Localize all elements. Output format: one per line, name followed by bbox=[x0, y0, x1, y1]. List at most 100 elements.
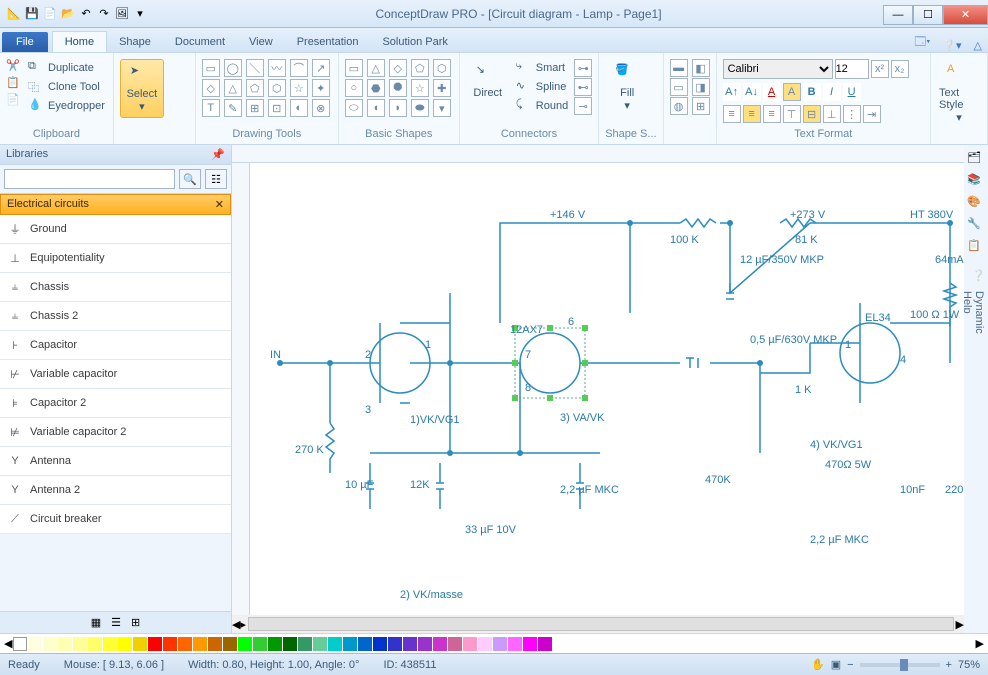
scroll-menu-icon[interactable]: ▸ bbox=[240, 618, 246, 631]
color-swatch[interactable] bbox=[433, 637, 447, 651]
library-item[interactable]: ⫨Chassis 2 bbox=[0, 302, 231, 331]
direct-button[interactable]: ↘Direct bbox=[466, 59, 510, 103]
st5[interactable]: ◨ bbox=[692, 78, 710, 96]
valign-mid-icon[interactable]: ⊟ bbox=[803, 105, 821, 123]
color-swatch[interactable] bbox=[478, 637, 492, 651]
indent-icon[interactable]: ⇥ bbox=[863, 105, 881, 123]
color-swatch[interactable] bbox=[73, 637, 87, 651]
qat-redo-icon[interactable]: ↷ bbox=[96, 6, 112, 22]
tool-10[interactable]: ⬡ bbox=[268, 79, 286, 97]
tab-document[interactable]: Document bbox=[163, 32, 237, 52]
color-swatch[interactable] bbox=[373, 637, 387, 651]
library-item[interactable]: ⊬Variable capacitor bbox=[0, 360, 231, 389]
curve-tool[interactable]: 〰 bbox=[268, 59, 286, 77]
dynamic-help-tab[interactable]: ❔Dynamic Help bbox=[967, 269, 985, 309]
dock-icon-3[interactable]: 🎨 bbox=[967, 195, 985, 213]
qat-save-icon[interactable]: 💾 bbox=[24, 6, 40, 22]
qat-open-icon[interactable]: 📂 bbox=[60, 6, 76, 22]
help-icon[interactable]: ❔▾ bbox=[936, 39, 967, 52]
spline-button[interactable]: ∿Spline bbox=[514, 78, 570, 96]
tool-17[interactable]: ◐ bbox=[290, 99, 308, 117]
tab-view[interactable]: View bbox=[237, 32, 285, 52]
library-item[interactable]: YAntenna bbox=[0, 447, 231, 476]
color-swatch[interactable] bbox=[268, 637, 282, 651]
palette-next-icon[interactable]: ▶ bbox=[976, 637, 984, 650]
inc-font-icon[interactable]: A↑ bbox=[723, 83, 741, 101]
help-dropdown-icon[interactable]: 🗔▾ bbox=[908, 33, 936, 52]
color-swatch[interactable] bbox=[328, 637, 342, 651]
library-item[interactable]: ⟋Circuit breaker bbox=[0, 505, 231, 534]
library-search-input[interactable] bbox=[4, 169, 175, 189]
color-swatch[interactable] bbox=[118, 637, 132, 651]
dock-icon-2[interactable]: 📚 bbox=[967, 173, 985, 191]
dock-icon-5[interactable]: 📋 bbox=[967, 239, 985, 257]
hand-icon[interactable]: ✋ bbox=[811, 658, 825, 671]
qat-undo-icon[interactable]: ↶ bbox=[78, 6, 94, 22]
shape-hept[interactable]: ⬣ bbox=[367, 79, 385, 97]
ellipse-tool[interactable]: ◯ bbox=[224, 59, 242, 77]
tool-7[interactable]: ◇ bbox=[202, 79, 220, 97]
color-swatch[interactable] bbox=[103, 637, 117, 651]
close-category-icon[interactable]: ✕ bbox=[215, 198, 224, 211]
tool-11[interactable]: ☆ bbox=[290, 79, 308, 97]
view-detail-icon[interactable]: ⊞ bbox=[131, 616, 140, 629]
color-swatch[interactable] bbox=[388, 637, 402, 651]
arc-tool[interactable]: ⌒ bbox=[290, 59, 308, 77]
color-swatch[interactable] bbox=[523, 637, 537, 651]
minimize-button[interactable]: — bbox=[883, 5, 913, 25]
arrow-tool[interactable]: ↗ bbox=[312, 59, 330, 77]
color-swatch[interactable] bbox=[133, 637, 147, 651]
library-options-icon[interactable]: ☷ bbox=[205, 169, 227, 189]
tab-home[interactable]: Home bbox=[52, 31, 107, 52]
color-swatch[interactable] bbox=[88, 637, 102, 651]
shape-circ[interactable]: ○ bbox=[345, 79, 363, 97]
shape-13[interactable]: ◗ bbox=[389, 99, 407, 117]
color-swatch[interactable] bbox=[178, 637, 192, 651]
bullets-icon[interactable]: ⋮ bbox=[843, 105, 861, 123]
align-left-icon[interactable]: ≡ bbox=[723, 105, 741, 123]
clone-button[interactable]: ⿻Clone Tool bbox=[26, 78, 107, 96]
zoom-slider[interactable] bbox=[860, 663, 940, 667]
color-swatch[interactable] bbox=[418, 637, 432, 651]
eyedropper-button[interactable]: 💧Eyedropper bbox=[26, 97, 107, 115]
library-item[interactable]: ⏚Ground bbox=[0, 215, 231, 244]
st3[interactable]: ◍ bbox=[670, 97, 688, 115]
tool-16[interactable]: ⊡ bbox=[268, 99, 286, 117]
library-item[interactable]: YAntenna 2 bbox=[0, 476, 231, 505]
color-swatch[interactable] bbox=[463, 637, 477, 651]
dock-icon-1[interactable]: 🗂 bbox=[967, 151, 985, 169]
color-swatch[interactable] bbox=[508, 637, 522, 651]
color-swatch[interactable] bbox=[28, 637, 42, 651]
color-swatch[interactable] bbox=[193, 637, 207, 651]
chevron-up-icon[interactable]: △ bbox=[968, 39, 988, 52]
st2[interactable]: ▭ bbox=[670, 78, 688, 96]
tool-15[interactable]: ⊞ bbox=[246, 99, 264, 117]
color-swatch[interactable] bbox=[403, 637, 417, 651]
copy-icon[interactable]: 📋 bbox=[6, 76, 22, 92]
superscript-icon[interactable]: x² bbox=[871, 60, 889, 78]
shape-hex[interactable]: ⬡ bbox=[433, 59, 451, 77]
shape-star[interactable]: ☆ bbox=[411, 79, 429, 97]
shape-cross[interactable]: ✚ bbox=[433, 79, 451, 97]
valign-bot-icon[interactable]: ⊥ bbox=[823, 105, 841, 123]
color-swatch[interactable] bbox=[313, 637, 327, 651]
dec-font-icon[interactable]: A↓ bbox=[743, 83, 761, 101]
color-swatch[interactable] bbox=[238, 637, 252, 651]
color-swatch[interactable] bbox=[58, 637, 72, 651]
tab-presentation[interactable]: Presentation bbox=[285, 32, 371, 52]
fit-icon[interactable]: ▣ bbox=[831, 658, 841, 671]
align-center-icon[interactable]: ≡ bbox=[743, 105, 761, 123]
color-swatch[interactable] bbox=[493, 637, 507, 651]
color-swatch[interactable] bbox=[43, 637, 57, 651]
shape-rect[interactable]: ▭ bbox=[345, 59, 363, 77]
color-swatch[interactable] bbox=[163, 637, 177, 651]
font-select[interactable]: Calibri bbox=[723, 59, 833, 79]
color-swatch[interactable] bbox=[538, 637, 552, 651]
underline-a-icon[interactable]: A bbox=[763, 83, 781, 101]
tool-14[interactable]: ✎ bbox=[224, 99, 242, 117]
qat-print-icon[interactable]: 🖼 bbox=[114, 6, 130, 22]
zoom-in-icon[interactable]: + bbox=[946, 659, 952, 671]
conn-3[interactable]: ⊸ bbox=[574, 97, 592, 115]
drawing-canvas[interactable]: IN 270 K 10 µF 12K 33 µF 10V 2,2 µF MKC … bbox=[250, 163, 964, 615]
dock-icon-4[interactable]: 🔧 bbox=[967, 217, 985, 235]
